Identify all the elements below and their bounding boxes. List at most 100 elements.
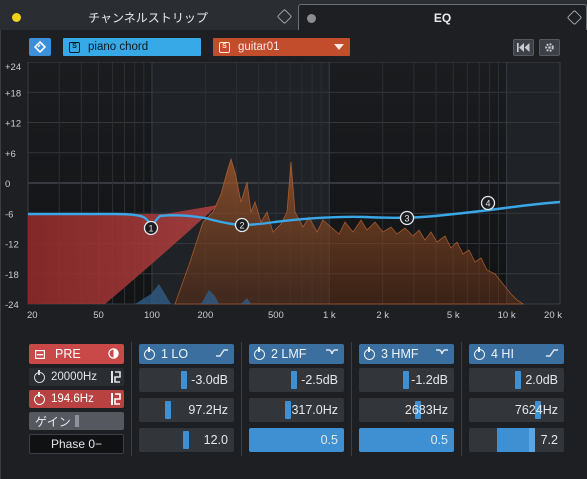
x-axis-label: 5 k [447,310,460,321]
track-selector[interactable]: S guitar01 [213,38,350,56]
band-4-gain[interactable]: 2.0dB [469,368,564,392]
pre-header[interactable]: PRE [29,344,124,364]
band-3-q[interactable]: 0.5 [359,428,454,452]
power-icon[interactable] [474,346,485,360]
band-4-node[interactable]: 4 [480,195,496,211]
diamond-icon [34,41,46,53]
band-1-node[interactable]: 1 [143,220,159,236]
band-2-node[interactable]: 2 [234,217,250,233]
band-freq-value: 2683Hz [404,403,448,417]
band-2-freq[interactable]: 317.0Hz [249,398,344,422]
gear-icon [545,43,554,52]
band-gain-value: -1.2dB [411,373,448,387]
band-freq-value: 7624Hz [514,403,558,417]
x-axis-label: 50 [93,310,104,321]
y-axis-label: -18 [5,270,19,281]
low-cut-freq: 194.6Hz [51,393,94,405]
slider-handle[interactable] [75,415,79,427]
x-axis-label: 200 [197,310,213,321]
power-icon[interactable] [254,346,265,360]
phase-label: Phase 0− [50,437,103,451]
x-axis-label: 100 [144,310,160,321]
peak-icon[interactable] [435,348,449,358]
power-icon[interactable] [34,391,45,405]
pre-settings-icon[interactable] [108,348,119,359]
slope-icon[interactable] [111,393,121,405]
eq-graph[interactable]: +24 +18 +12 +6 0 -6 -12 -18 -24 20 50 100 200 500 1 k… [5,61,587,354]
svg-text:3: 3 [404,214,409,224]
high-shelf-icon[interactable] [545,348,559,358]
tab-eq[interactable]: EQ [298,4,587,30]
track-name: guitar01 [238,41,280,53]
high-cut-freq: 20000Hz [51,371,98,383]
band-3-header[interactable]: 3 HMF [359,344,454,364]
band-q-value: 0.5 [320,433,338,447]
band-2-gain[interactable]: -2.5dB [249,368,344,392]
band-4-header[interactable]: 4 HI [469,344,564,364]
y-axis-label: +12 [5,119,21,130]
track-icon: S [219,41,230,53]
band-3-gain[interactable]: -1.2dB [359,368,454,392]
high-cut-control[interactable]: 20000Hz [29,368,124,386]
x-axis-label: 500 [268,310,284,321]
svg-text:1: 1 [148,224,153,234]
y-axis-label: +6 [5,149,16,160]
band-1-header[interactable]: 1 LO [139,344,234,364]
band-title: 4 HI [491,347,514,361]
y-axis-label: -6 [5,209,13,220]
band-title: 2 LMF [271,347,307,361]
band-q-value: 0.5 [430,433,448,447]
band-gain-value: -2.5dB [301,373,338,387]
y-axis-label: 0 [5,179,10,190]
band-1-gain[interactable]: -3.0dB [139,368,234,392]
x-axis-label: 20 k [544,310,562,321]
preset-name: piano chord [88,41,149,53]
tab-channel-strip[interactable]: チャンネルストリップ [0,4,296,30]
band-1-freq[interactable]: 97.2Hz [139,398,234,422]
band-title: 3 HMF [381,347,419,361]
power-icon[interactable] [364,346,375,360]
y-axis-label: +18 [5,88,21,99]
slope-icon[interactable] [111,371,121,383]
tab-label: チャンネルストリップ [88,10,208,25]
svg-text:4: 4 [485,199,490,209]
x-axis-label: 20 [27,310,38,321]
band-freq-value: 317.0Hz [291,403,338,417]
settings-button[interactable] [539,39,560,56]
tab-label: EQ [433,10,452,25]
svg-text:2: 2 [239,221,244,231]
divider [461,342,462,456]
low-cut-control[interactable]: 194.6Hz [29,390,124,408]
band-2-header[interactable]: 2 LMF [249,344,344,364]
pre-gain-label: ゲイン [35,414,71,429]
band-gain-value: -3.0dB [191,373,228,387]
band-4-q[interactable]: 7.2 [469,428,564,452]
band-3-freq[interactable]: 2683Hz [359,398,454,422]
pre-gain-slider[interactable]: ゲイン [29,412,124,430]
rewind-icon [517,43,530,52]
band-2-q[interactable]: 0.5 [249,428,344,452]
bypass-toggle-button[interactable] [29,38,51,56]
peak-icon[interactable] [325,348,339,358]
low-shelf-icon[interactable] [215,348,229,358]
x-axis-label: 10 k [498,310,516,321]
power-icon[interactable] [34,369,45,383]
band-q-value: 12.0 [203,433,228,447]
eq-panel: S piano chord S guitar01 +24 +18 +12 +6 … [0,30,587,479]
phase-switch[interactable]: Phase 0− [29,434,124,454]
y-axis-label: -24 [5,300,19,311]
band-4-freq[interactable]: 7624Hz [469,398,564,422]
y-axis-label: +24 [5,62,21,73]
band-3-node[interactable]: 3 [399,210,415,226]
band-gain-value: 2.0dB [525,373,558,387]
reset-button[interactable] [513,39,534,56]
power-icon[interactable] [144,346,155,360]
divider [351,342,352,456]
band-title: 1 LO [161,347,189,361]
divider [241,342,242,456]
pre-collapse-icon [35,349,45,359]
x-axis-label: 2 k [376,310,389,321]
tab-bar: チャンネルストリップ EQ [0,0,587,30]
band-1-q[interactable]: 12.0 [139,428,234,452]
preset-selector[interactable]: S piano chord [63,38,201,56]
